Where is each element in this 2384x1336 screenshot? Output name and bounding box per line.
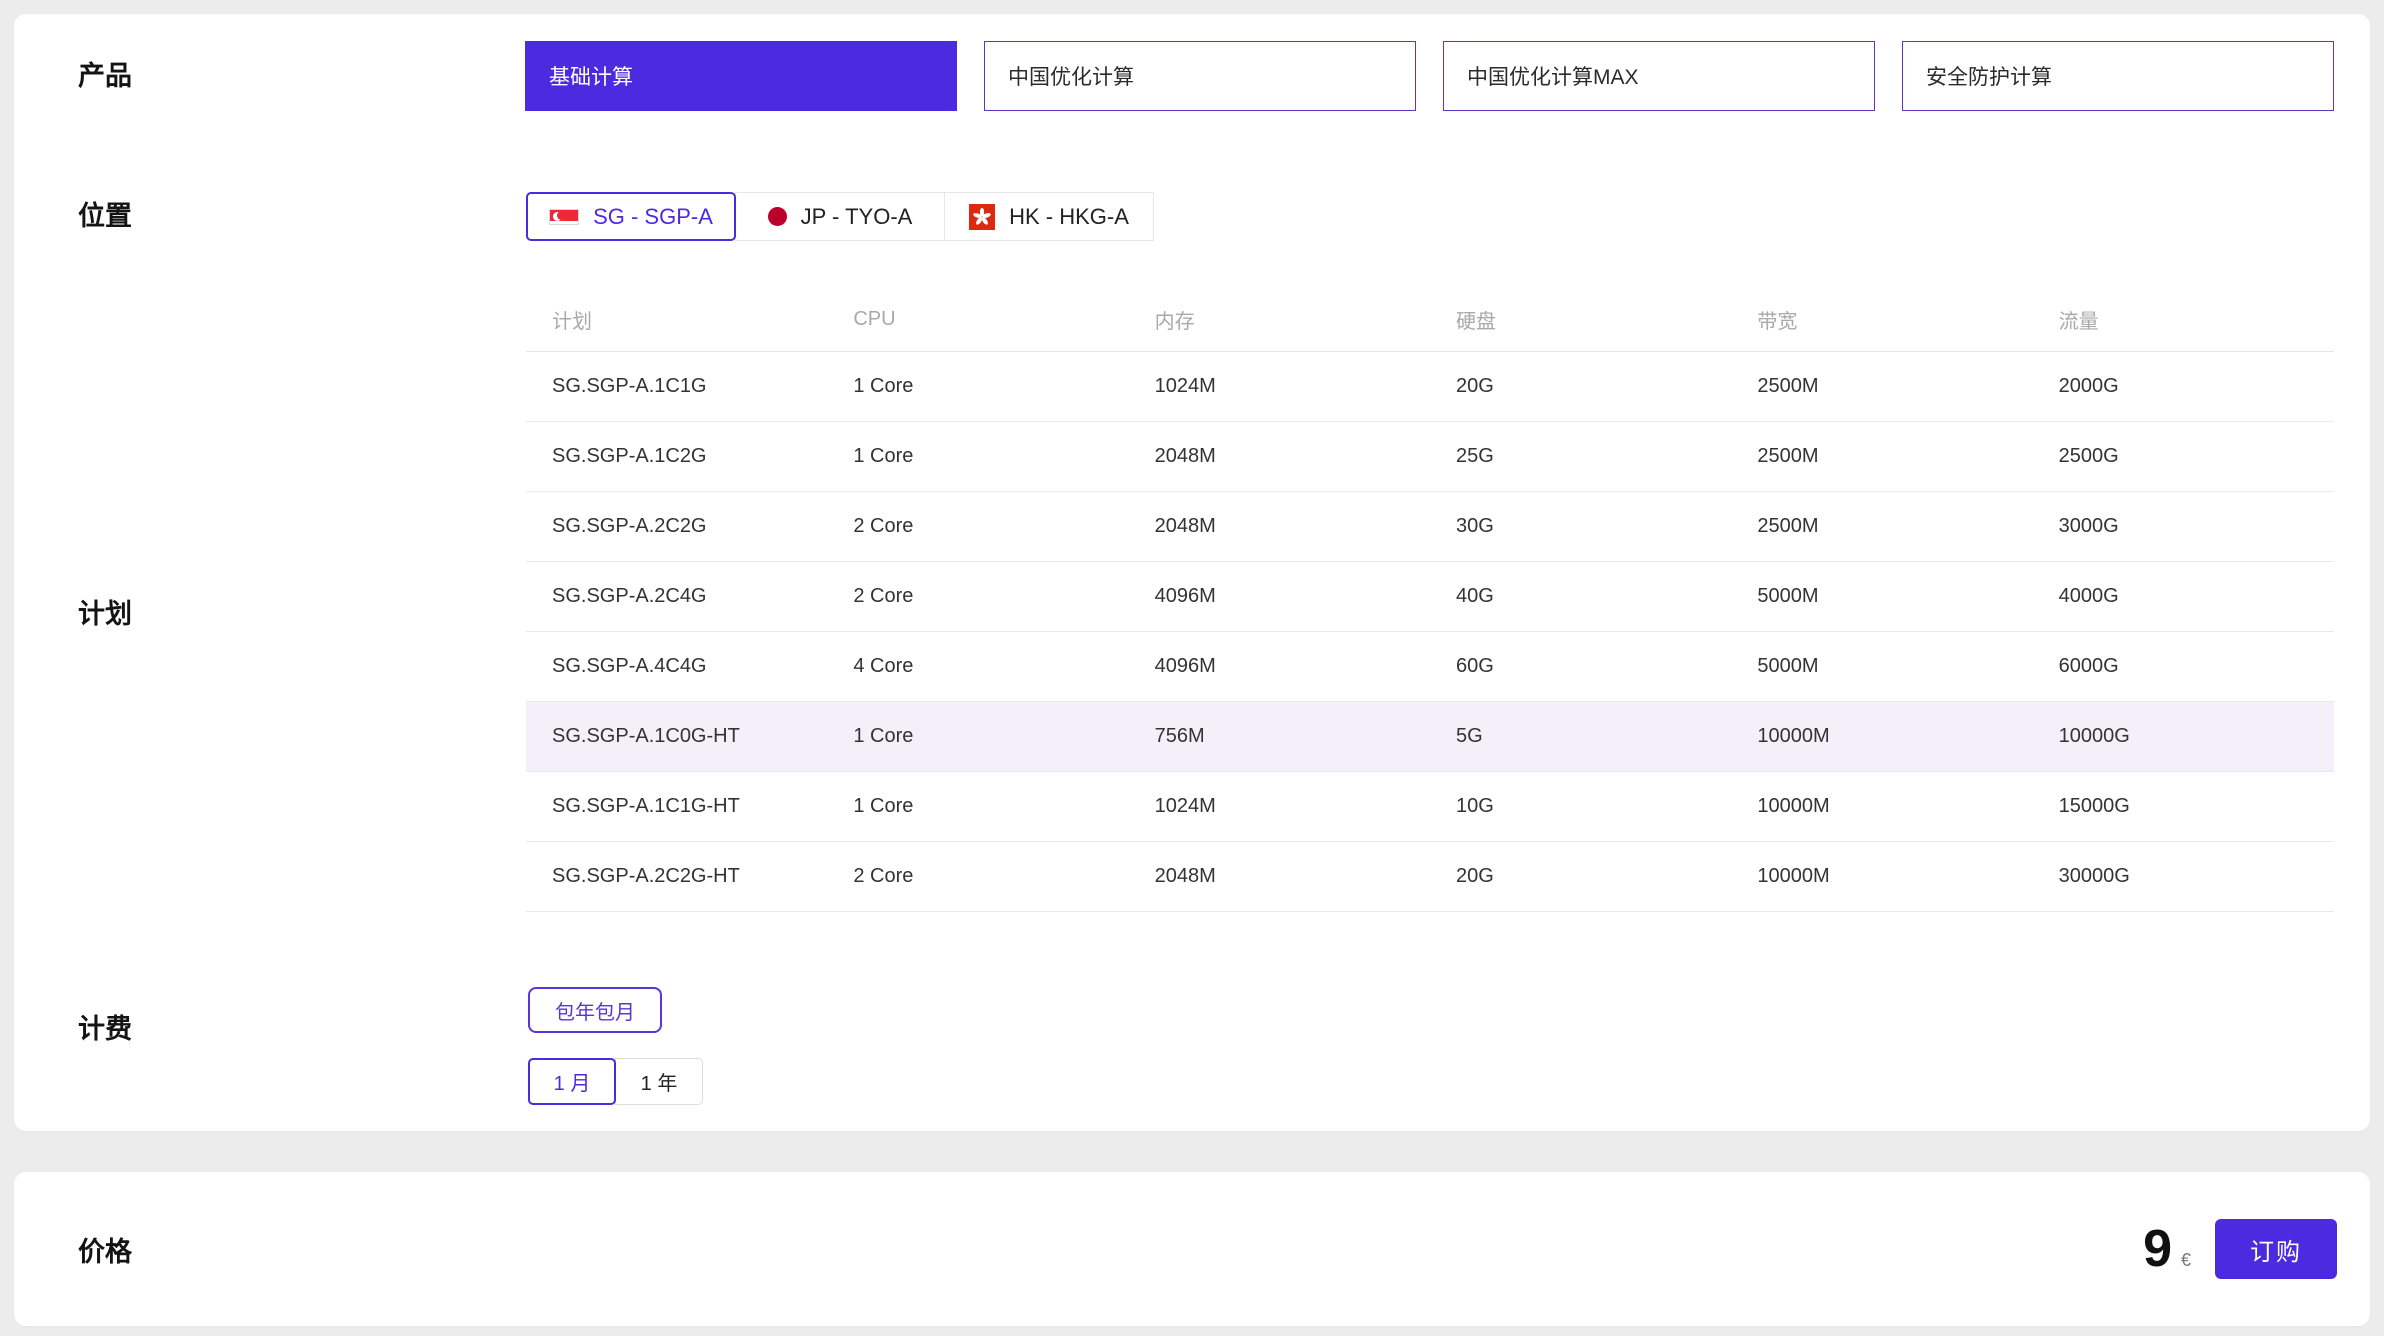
plan-cell: 5000M <box>1731 585 2032 608</box>
plan-column-header: CPU <box>827 308 1128 331</box>
plan-cell: 10G <box>1430 795 1731 818</box>
plan-cell: SG.SGP-A.2C2G-HT <box>526 865 827 888</box>
plan-column-header: 硬盘 <box>1430 305 1731 334</box>
plan-cell: 5000M <box>1731 655 2032 678</box>
plan-cell: 2500M <box>1731 375 2032 398</box>
plan-table-body: SG.SGP-A.1C1G1 Core1024M20G2500M2000GSG.… <box>526 352 2334 912</box>
plan-cell: 1 Core <box>827 375 1128 398</box>
product-section-label: 产品 <box>78 60 132 92</box>
plan-cell: 30000G <box>2033 865 2334 888</box>
plan-cell: 5G <box>1430 725 1731 748</box>
price-value: 9 € <box>2143 1223 2191 1275</box>
plan-cell: SG.SGP-A.4C4G <box>526 655 827 678</box>
plan-cell: 15000G <box>2033 795 2334 818</box>
price-amount: 9 <box>2143 1223 2172 1275</box>
plan-section-label: 计划 <box>78 598 132 630</box>
plan-cell: 4000G <box>2033 585 2334 608</box>
plan-cell: 4 Core <box>827 655 1128 678</box>
plan-table-row[interactable]: SG.SGP-A.1C2G1 Core2048M25G2500M2500G <box>526 422 2334 492</box>
plan-table-row[interactable]: SG.SGP-A.2C2G2 Core2048M30G2500M3000G <box>526 492 2334 562</box>
plan-table-row[interactable]: SG.SGP-A.1C1G-HT1 Core1024M10G10000M1500… <box>526 772 2334 842</box>
plan-cell: 20G <box>1430 375 1731 398</box>
plan-cell: 2500M <box>1731 445 2032 468</box>
plan-table-row[interactable]: SG.SGP-A.1C1G1 Core1024M20G2500M2000G <box>526 352 2334 422</box>
plan-cell: 1 Core <box>827 795 1128 818</box>
plan-cell: 6000G <box>2033 655 2334 678</box>
plan-cell: 4096M <box>1129 655 1430 678</box>
product-option-security-compute[interactable]: 安全防护计算 <box>1902 41 2334 111</box>
location-tab-jp-tyo-a[interactable]: JP - TYO-A <box>735 192 945 241</box>
singapore-flag-icon <box>549 209 579 225</box>
plan-table: 计划CPU内存硬盘带宽流量 SG.SGP-A.1C1G1 Core1024M20… <box>526 288 2334 912</box>
plan-cell: 10000M <box>1731 865 2032 888</box>
location-tab-label: HK - HKG-A <box>1009 204 1129 230</box>
price-currency: € <box>2181 1250 2191 1271</box>
plan-cell: 10000G <box>2033 725 2334 748</box>
plan-cell: SG.SGP-A.1C1G-HT <box>526 795 827 818</box>
plan-column-header: 计划 <box>526 305 827 334</box>
location-tabs: SG - SGP-A JP - TYO-A HK - HKG-A <box>526 192 1154 241</box>
plan-cell: 2500G <box>2033 445 2334 468</box>
price-summary-card: 价格 9 € 订购 <box>14 1172 2370 1326</box>
hong-kong-flag-icon <box>969 204 995 230</box>
plan-cell: SG.SGP-A.1C1G <box>526 375 827 398</box>
plan-cell: 40G <box>1430 585 1731 608</box>
plan-cell: 2048M <box>1129 515 1430 538</box>
product-option-china-optimized-max[interactable]: 中国优化计算MAX <box>1443 41 1875 111</box>
plan-cell: 4096M <box>1129 585 1430 608</box>
plan-cell: 1024M <box>1129 375 1430 398</box>
plan-cell: 2 Core <box>827 865 1128 888</box>
plan-cell: 1 Core <box>827 445 1128 468</box>
plan-column-header: 带宽 <box>1731 305 2032 334</box>
order-config-card: 产品 基础计算 中国优化计算 中国优化计算MAX 安全防护计算 位置 SG - … <box>14 14 2370 1131</box>
plan-cell: 756M <box>1129 725 1430 748</box>
location-tab-sg-sgp-a[interactable]: SG - SGP-A <box>526 192 736 241</box>
japan-flag-icon <box>768 207 787 226</box>
plan-cell: 30G <box>1430 515 1731 538</box>
price-summary-right: 9 € 订购 <box>2143 1219 2337 1279</box>
plan-cell: 10000M <box>1731 795 2032 818</box>
order-button[interactable]: 订购 <box>2215 1219 2337 1279</box>
location-tab-hk-hkg-a[interactable]: HK - HKG-A <box>944 192 1154 241</box>
plan-cell: 2048M <box>1129 445 1430 468</box>
plan-cell: 2 Core <box>827 585 1128 608</box>
plan-cell: SG.SGP-A.2C4G <box>526 585 827 608</box>
location-tab-label: JP - TYO-A <box>801 204 913 230</box>
billing-period-group: 1 月 1 年 <box>528 1058 703 1105</box>
product-option-basic-compute[interactable]: 基础计算 <box>525 41 957 111</box>
location-tab-label: SG - SGP-A <box>593 204 713 230</box>
plan-cell: 2500M <box>1731 515 2032 538</box>
plan-cell: 2 Core <box>827 515 1128 538</box>
billing-section-label: 计费 <box>78 1013 132 1045</box>
location-section-label: 位置 <box>78 200 132 232</box>
billing-mode-button[interactable]: 包年包月 <box>528 987 662 1033</box>
plan-cell: 2048M <box>1129 865 1430 888</box>
plan-table-row[interactable]: SG.SGP-A.4C4G4 Core4096M60G5000M6000G <box>526 632 2334 702</box>
plan-cell: SG.SGP-A.1C2G <box>526 445 827 468</box>
plan-column-header: 流量 <box>2033 305 2334 334</box>
plan-cell: SG.SGP-A.2C2G <box>526 515 827 538</box>
plan-cell: 20G <box>1430 865 1731 888</box>
plan-table-header: 计划CPU内存硬盘带宽流量 <box>526 288 2334 352</box>
plan-cell: 1024M <box>1129 795 1430 818</box>
product-option-china-optimized[interactable]: 中国优化计算 <box>984 41 1416 111</box>
plan-table-row[interactable]: SG.SGP-A.2C4G2 Core4096M40G5000M4000G <box>526 562 2334 632</box>
plan-column-header: 内存 <box>1129 305 1430 334</box>
plan-table-row[interactable]: SG.SGP-A.1C0G-HT1 Core756M5G10000M10000G <box>526 702 2334 772</box>
plan-cell: 60G <box>1430 655 1731 678</box>
plan-cell: 1 Core <box>827 725 1128 748</box>
plan-cell: 3000G <box>2033 515 2334 538</box>
period-option-1-year[interactable]: 1 年 <box>615 1058 703 1105</box>
price-section-label: 价格 <box>78 1230 132 1269</box>
plan-cell: SG.SGP-A.1C0G-HT <box>526 725 827 748</box>
plan-cell: 10000M <box>1731 725 2032 748</box>
period-option-1-month[interactable]: 1 月 <box>528 1058 616 1105</box>
plan-cell: 25G <box>1430 445 1731 468</box>
plan-cell: 2000G <box>2033 375 2334 398</box>
plan-table-row[interactable]: SG.SGP-A.2C2G-HT2 Core2048M20G10000M3000… <box>526 842 2334 912</box>
product-options-row: 基础计算 中国优化计算 中国优化计算MAX 安全防护计算 <box>525 41 2334 111</box>
